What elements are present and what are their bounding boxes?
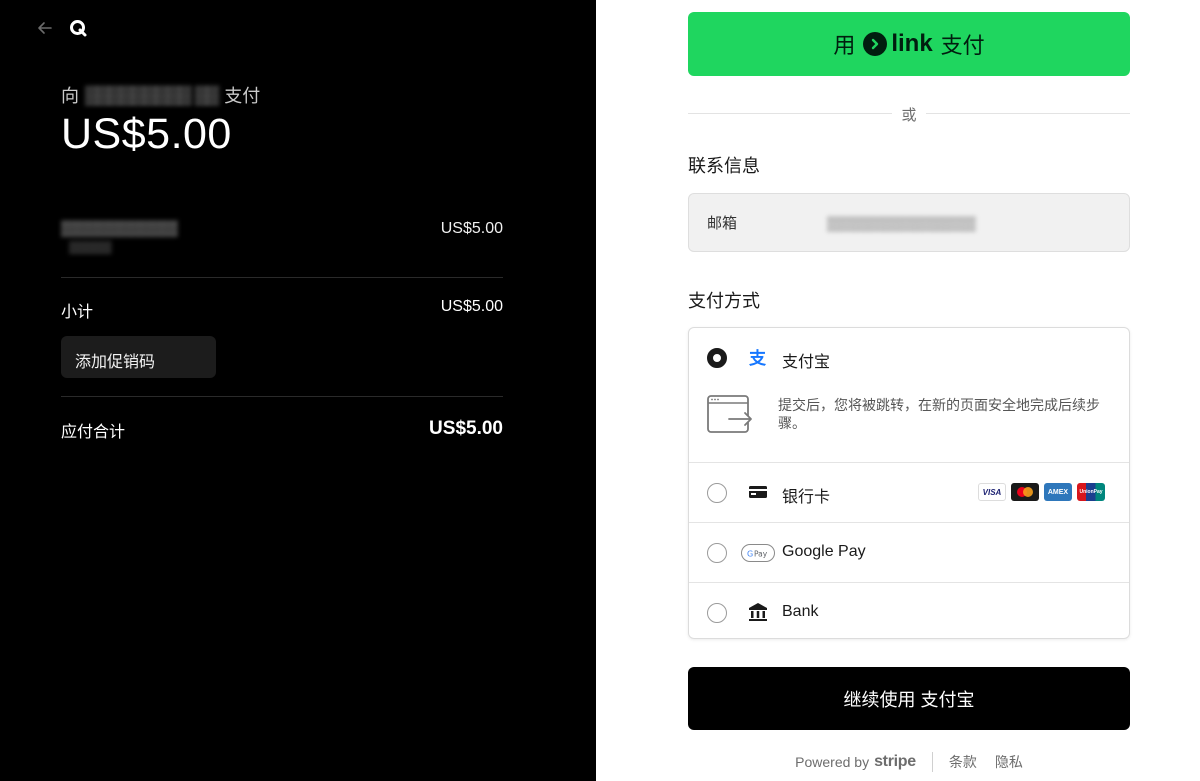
stripe-logo[interactable]: stripe <box>874 753 916 771</box>
radio-card[interactable] <box>707 483 727 503</box>
payment-method-list: 支 支付宝 提交后，您将被跳转，在新的页面安全地完成后续步骤。 银行卡 VISA… <box>688 327 1130 639</box>
subtotal-value: US$5.00 <box>440 298 503 315</box>
svg-text:支: 支 <box>749 348 767 369</box>
bank-icon <box>747 601 769 623</box>
back-arrow-icon[interactable] <box>35 18 55 38</box>
divider-line <box>926 113 1130 114</box>
order-summary-panel: 向 ▒▒▒▒▒▒▒▒▒ ▒▒ 支付 US$5.00 ▒▒▒▒▒▒▒▒▒▒▒ ▒▒… <box>0 0 596 781</box>
alipay-icon: 支 <box>747 347 769 369</box>
card-brand-logos: VISA AMEX UnionPay <box>978 483 1105 501</box>
line-item-title: ▒▒▒▒▒▒▒▒▒▒▒ <box>61 220 178 237</box>
terms-link[interactable]: 条款 <box>949 752 977 772</box>
radio-bank[interactable] <box>707 603 727 623</box>
link-arrow-icon <box>863 32 888 56</box>
add-promo-code-button[interactable]: 添加促销码 <box>61 336 216 378</box>
payment-method-title: 支付方式 <box>688 291 760 311</box>
unionpay-icon: UnionPay <box>1077 483 1105 501</box>
payment-option-google-pay[interactable]: G Pay Google Pay <box>689 522 1129 582</box>
card-icon <box>747 481 769 503</box>
continue-button[interactable]: 继续使用 支付宝 <box>688 667 1130 730</box>
line-item: ▒▒▒▒▒▒▒▒▒▒▒ ▒▒▒▒▒ US$5.00 <box>61 220 503 256</box>
powered-by-text: Powered by <box>795 754 870 770</box>
or-divider: 或 <box>688 104 1130 124</box>
visa-icon: VISA <box>978 483 1006 501</box>
amex-icon: AMEX <box>1044 483 1072 501</box>
contact-info-title: 联系信息 <box>688 156 760 176</box>
subtotal-row: 小计 US$5.00 <box>61 298 503 322</box>
merchant-logo-icon <box>68 18 88 38</box>
total-label: 应付合计 <box>61 424 126 441</box>
radio-google-pay[interactable] <box>707 543 727 563</box>
pay-with-link-button[interactable]: 用 link 支付 <box>688 12 1130 76</box>
google-pay-icon: G Pay <box>741 542 775 564</box>
divider <box>61 396 503 397</box>
email-field[interactable]: 邮箱 ▒▒▒▒▒▒▒▒▒▒▒▒▒▒▒ <box>688 193 1130 252</box>
link-logo: link <box>863 30 933 58</box>
total-amount-heading: US$5.00 <box>61 110 232 158</box>
card-label: 银行卡 <box>782 489 831 506</box>
redirect-window-icon <box>707 395 753 435</box>
privacy-link[interactable]: 隐私 <box>995 752 1023 772</box>
subtotal-label: 小计 <box>61 304 94 321</box>
pay-to-prefix: 向 <box>61 86 79 106</box>
mastercard-icon <box>1011 483 1039 501</box>
total-value: US$5.00 <box>429 418 503 439</box>
link-button-prefix: 用 <box>833 33 856 58</box>
radio-alipay[interactable] <box>707 348 727 368</box>
email-value: ▒▒▒▒▒▒▒▒▒▒▒▒▒▒▒ <box>827 214 976 231</box>
payment-option-card[interactable]: 银行卡 VISA AMEX UnionPay <box>689 462 1129 522</box>
svg-text:G: G <box>747 550 753 559</box>
payment-option-alipay[interactable]: 支 支付宝 提交后，您将被跳转，在新的页面安全地完成后续步骤。 <box>689 328 1129 462</box>
link-button-suffix: 支付 <box>940 33 985 58</box>
checkout-panel: 用 link 支付 或 联系信息 邮箱 ▒▒▒▒▒▒▒▒▒▒▒▒▒▒▒ 支付方式… <box>596 0 1200 781</box>
footer-separator <box>931 752 933 772</box>
link-brand-text: link <box>891 30 933 57</box>
pay-to-suffix: 支付 <box>224 86 261 106</box>
footer: Powered by stripe 条款 隐私 <box>688 752 1130 772</box>
line-item-price: US$5.00 <box>440 220 503 237</box>
alipay-redirect-description: 提交后，您将被跳转，在新的页面安全地完成后续步骤。 <box>778 397 1100 431</box>
merchant-name: ▒▒▒▒▒▒▒▒▒ ▒▒ <box>85 84 219 105</box>
google-pay-label: Google Pay <box>782 543 866 560</box>
pay-to-line: 向 ▒▒▒▒▒▒▒▒▒ ▒▒ 支付 <box>61 82 260 108</box>
svg-text:Pay: Pay <box>754 550 768 559</box>
or-text: 或 <box>901 107 917 124</box>
total-row: 应付合计 US$5.00 <box>61 418 503 442</box>
divider <box>61 277 503 278</box>
line-item-name: ▒▒▒▒▒▒▒▒▒▒▒ ▒▒▒▒▒ <box>61 220 178 256</box>
payment-option-bank[interactable]: Bank <box>689 582 1129 640</box>
bank-label: Bank <box>782 603 819 620</box>
alipay-label: 支付宝 <box>782 354 831 371</box>
line-item-subtitle: ▒▒▒▒▒ <box>69 240 112 254</box>
email-label: 邮箱 <box>707 215 738 232</box>
